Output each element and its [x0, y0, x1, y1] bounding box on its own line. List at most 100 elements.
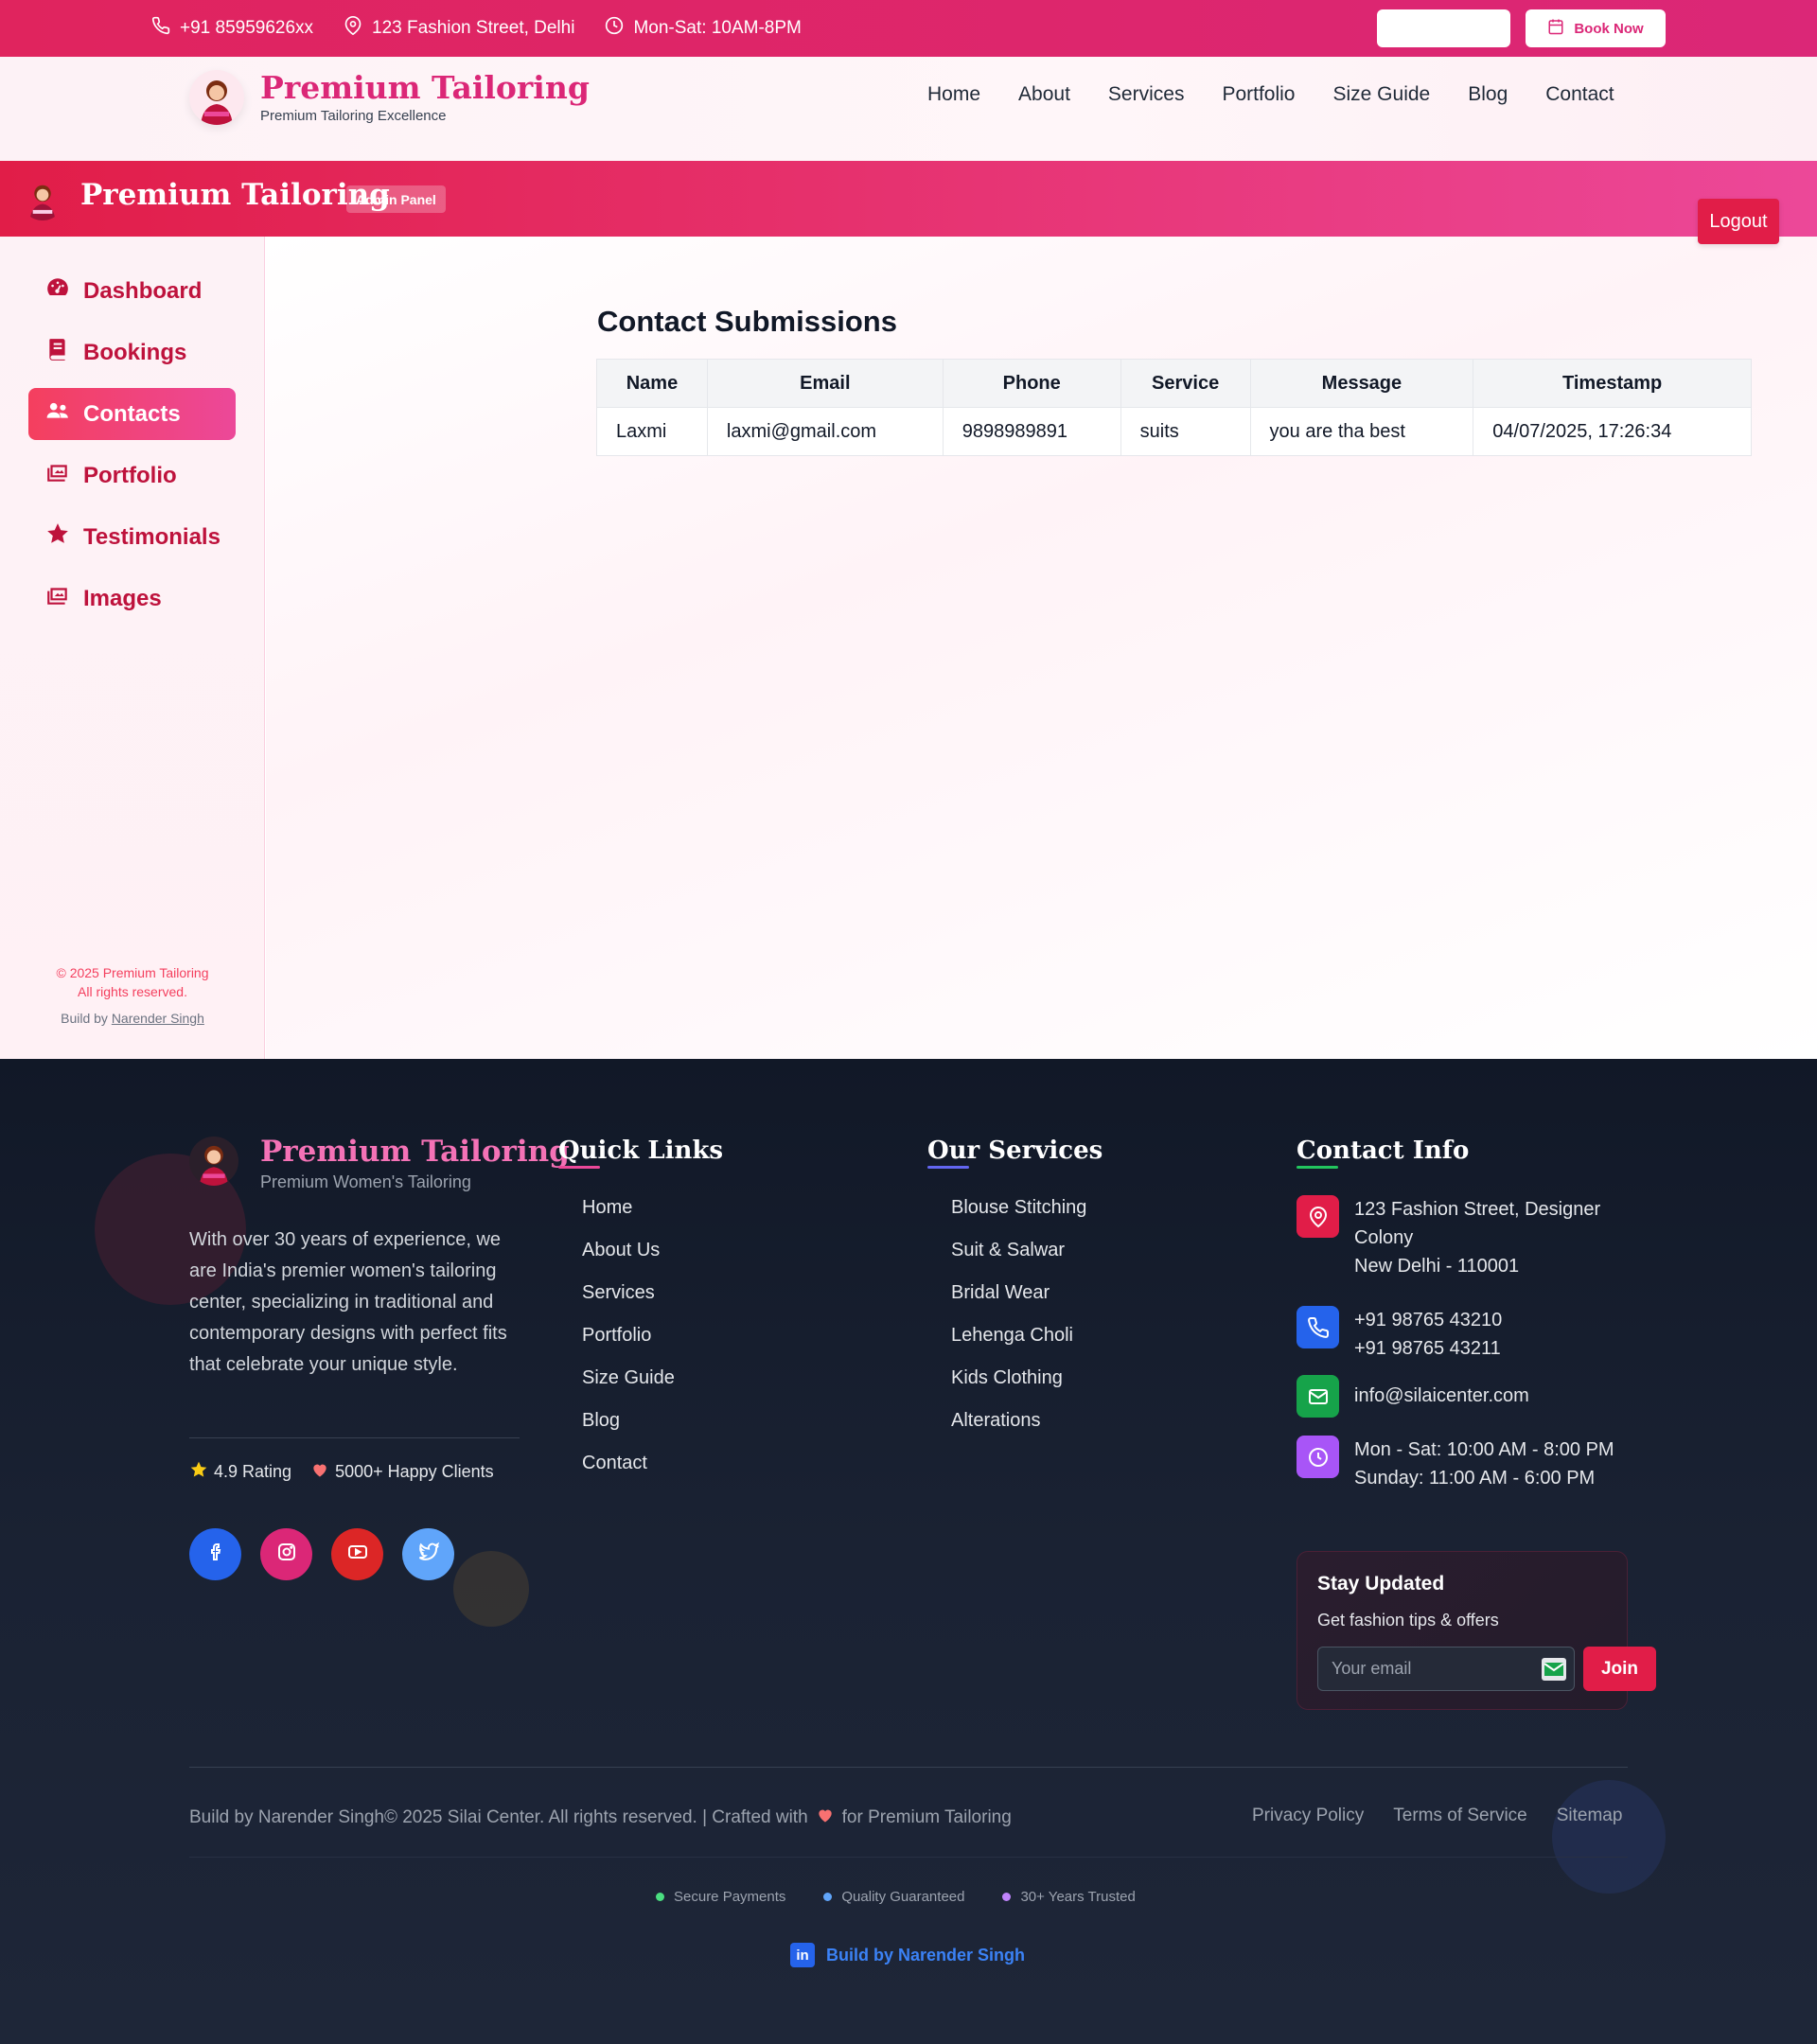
status-dot — [1002, 1893, 1012, 1901]
admin-header: Premium Tailoring Admin Panel Logout — [0, 161, 1817, 244]
contact-info-heading: Contact Info — [1297, 1137, 1470, 1169]
decorative-blob — [1552, 1780, 1666, 1894]
service-link-suit[interactable]: Suit & Salwar — [951, 1240, 1086, 1282]
top-phone-text: +91 85959626xx — [180, 18, 314, 38]
contact-address: 123 Fashion Street, Designer Colony New … — [1297, 1195, 1638, 1280]
tailor-avatar-icon — [199, 1145, 229, 1186]
sidebar-item-images[interactable]: Images — [28, 573, 236, 625]
top-address-text: 123 Fashion Street, Delhi — [372, 18, 575, 38]
decorative-blob — [453, 1551, 529, 1627]
sitemap-link[interactable]: Sitemap — [1557, 1806, 1623, 1826]
top-address: 123 Fashion Street, Delhi — [344, 16, 574, 41]
site-logo[interactable] — [189, 70, 244, 125]
phone-line2[interactable]: +91 98765 43211 — [1354, 1334, 1638, 1363]
service-link-bridal[interactable]: Bridal Wear — [951, 1282, 1086, 1325]
sidebar-build-link[interactable]: Narender Singh — [112, 1011, 204, 1026]
twitter-icon — [417, 1541, 440, 1568]
trust-years-text: 30+ Years Trusted — [1020, 1889, 1136, 1905]
footer-link-about[interactable]: About Us — [582, 1240, 675, 1282]
sidebar-copyright: © 2025 Premium Tailoring All rights rese… — [0, 963, 265, 1001]
heart-icon — [310, 1460, 329, 1484]
sidebar-item-contacts[interactable]: Contacts — [28, 388, 236, 440]
sidebar-item-dashboard[interactable]: Dashboard — [28, 265, 236, 317]
privacy-policy-link[interactable]: Privacy Policy — [1252, 1806, 1364, 1826]
footer-link-blog[interactable]: Blog — [582, 1410, 675, 1453]
site-brand-name: Premium Tailoring — [260, 69, 590, 106]
address-line2: New Delhi - 110001 — [1354, 1256, 1520, 1277]
top-phone[interactable]: +91 85959626xx — [151, 16, 313, 41]
service-link-alterations[interactable]: Alterations — [951, 1410, 1086, 1453]
youtube-icon — [346, 1541, 369, 1568]
tailor-avatar-icon — [201, 80, 233, 125]
main-content: Contact Submissions Name Email Phone Ser… — [266, 237, 1817, 1059]
cell-timestamp: 04/07/2025, 17:26:34 — [1473, 407, 1752, 456]
nav-about[interactable]: About — [1018, 83, 1070, 106]
footer-link-portfolio[interactable]: Portfolio — [582, 1325, 675, 1367]
calendar-icon — [1547, 18, 1564, 39]
nav-blog[interactable]: Blog — [1468, 83, 1508, 106]
sidebar-item-label: Contacts — [83, 400, 181, 427]
sidebar-item-portfolio[interactable]: Portfolio — [28, 449, 236, 502]
nav-home[interactable]: Home — [927, 83, 980, 106]
instagram-button[interactable] — [260, 1528, 312, 1580]
terms-link[interactable]: Terms of Service — [1393, 1806, 1526, 1826]
newsletter-email-input[interactable]: Your email — [1317, 1647, 1575, 1691]
top-hours: Mon-Sat: 10AM-8PM — [605, 16, 802, 41]
sidebar-item-testimonials[interactable]: Testimonials — [28, 511, 236, 563]
newsletter-title: Stay Updated — [1317, 1573, 1445, 1595]
phone-icon — [1297, 1306, 1339, 1348]
column-header-phone: Phone — [942, 359, 1121, 408]
column-header-email: Email — [706, 359, 944, 408]
logout-button[interactable]: Logout — [1698, 199, 1779, 244]
contact-address-text: 123 Fashion Street, Designer Colony New … — [1354, 1195, 1638, 1280]
top-contact-bar: +91 85959626xx 123 Fashion Street, Delhi… — [0, 0, 1817, 57]
twitter-button[interactable] — [402, 1528, 454, 1580]
clients-text: 5000+ Happy Clients — [335, 1462, 494, 1481]
clock-icon — [1297, 1436, 1339, 1478]
instagram-icon — [275, 1541, 298, 1568]
footer-link-contact[interactable]: Contact — [582, 1453, 675, 1495]
sidebar-item-label: Portfolio — [83, 462, 177, 488]
footer-credit-link[interactable]: in Build by Narender Singh — [790, 1943, 1025, 1967]
newsletter-join-button[interactable]: Join — [1583, 1647, 1656, 1691]
contacts-table: Name Email Phone Service Message Timesta… — [596, 359, 1752, 456]
book-now-label: Book Now — [1574, 20, 1644, 37]
clock-icon — [605, 16, 624, 41]
gauge-icon — [45, 275, 70, 307]
footer-brand-name: Premium Tailoring — [260, 1135, 570, 1169]
nav-contact[interactable]: Contact — [1545, 83, 1614, 106]
nav-size-guide[interactable]: Size Guide — [1333, 83, 1431, 106]
contact-email: info@silaicenter.com — [1297, 1375, 1638, 1418]
nav-portfolio[interactable]: Portfolio — [1222, 83, 1295, 106]
service-link-blouse[interactable]: Blouse Stitching — [951, 1197, 1086, 1240]
footer-divider — [189, 1857, 1628, 1858]
heart-icon — [816, 1806, 835, 1830]
book-now-button[interactable]: Book Now — [1526, 9, 1666, 47]
sidebar-item-label: Images — [83, 585, 162, 611]
facebook-button[interactable] — [189, 1528, 241, 1580]
service-link-lehenga[interactable]: Lehenga Choli — [951, 1325, 1086, 1367]
linkedin-icon: in — [790, 1943, 815, 1967]
site-brand[interactable]: Premium Tailoring Premium Tailoring Exce… — [260, 69, 590, 124]
top-contact-info: +91 85959626xx 123 Fashion Street, Delhi… — [151, 0, 802, 57]
sidebar-item-bookings[interactable]: Bookings — [28, 326, 236, 379]
cell-phone: 9898989891 — [942, 407, 1121, 456]
nav-services[interactable]: Services — [1108, 83, 1185, 106]
table-header-row: Name Email Phone Service Message Timesta… — [596, 359, 1752, 408]
blank-top-button[interactable] — [1377, 9, 1510, 47]
trust-secure-text: Secure Payments — [674, 1889, 786, 1905]
tailor-avatar-icon — [29, 185, 56, 220]
sidebar-item-label: Bookings — [83, 339, 187, 365]
phone-line1[interactable]: +91 98765 43210 — [1354, 1306, 1638, 1334]
status-dot — [823, 1893, 833, 1901]
service-link-kids[interactable]: Kids Clothing — [951, 1367, 1086, 1410]
footer-link-services[interactable]: Services — [582, 1282, 675, 1325]
footer-link-size-guide[interactable]: Size Guide — [582, 1367, 675, 1410]
contact-email-text[interactable]: info@silaicenter.com — [1354, 1375, 1638, 1418]
clients-stat: 5000+ Happy Clients — [310, 1460, 494, 1484]
youtube-button[interactable] — [331, 1528, 383, 1580]
footer-link-home[interactable]: Home — [582, 1197, 675, 1240]
images-icon — [45, 583, 70, 614]
sidebar-build-credit: Build by Narender Singh — [0, 1011, 265, 1026]
footer-copyright: Build by Narender Singh© 2025 Silai Cent… — [189, 1806, 1012, 1830]
